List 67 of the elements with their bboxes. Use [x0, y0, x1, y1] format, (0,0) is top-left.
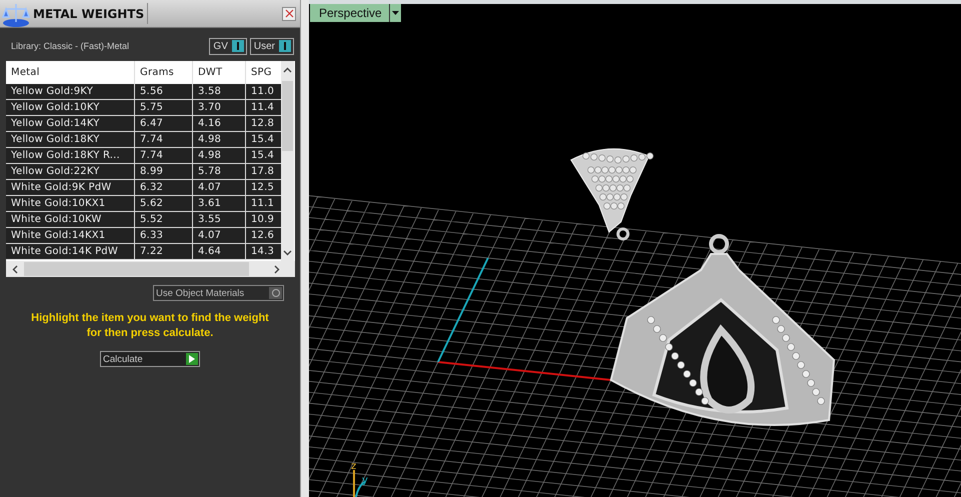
table-cell: 3.58	[193, 84, 246, 99]
table-cell: Yellow Gold:14KY	[6, 116, 135, 131]
table-cell: 7.74	[135, 132, 193, 147]
table-cell: 5.52	[135, 212, 193, 227]
table-cell-text: 11.4	[250, 101, 276, 115]
instruction-text: Highlight the item you want to find the weight for then press calculate.	[30, 311, 270, 341]
table-cell-text: 10.9	[250, 213, 276, 227]
table-cell: 3.61	[193, 196, 246, 211]
close-button[interactable]	[282, 6, 296, 20]
caret-icon	[392, 11, 399, 15]
table-cell: White Gold:10KX1	[6, 196, 135, 211]
table-cell-text: 11.0	[250, 85, 276, 99]
scroll-right-icon	[274, 264, 280, 274]
table-cell: Yellow Gold:18KY R...	[6, 148, 135, 163]
close-icon	[284, 9, 294, 18]
3d-viewport[interactable]: Perspective z y	[309, 0, 961, 497]
table-cell: Yellow Gold:9KY	[6, 84, 135, 99]
panel-title: METAL WEIGHTS	[33, 6, 146, 20]
y-axis-label: y	[362, 475, 368, 486]
view-selector[interactable]: Perspective	[310, 4, 401, 22]
table-cell: 7.74	[135, 148, 193, 163]
library-label: Library: Classic - (Fast)-Metal	[11, 41, 130, 51]
calculate-button[interactable]: Calculate	[100, 351, 200, 367]
table-cell: 6.47	[135, 116, 193, 131]
table-cell: 4.07	[193, 228, 246, 243]
table-cell-text: 12.8	[250, 117, 276, 131]
table-cell: 4.16	[193, 116, 246, 131]
table-cell: 4.98	[193, 132, 246, 147]
z-axis-label: z	[351, 461, 356, 472]
play-icon	[189, 355, 195, 363]
table-cell-text: 12.6	[250, 229, 276, 243]
table-cell: 4.64	[193, 244, 246, 259]
table-cell: Yellow Gold:22KY	[6, 164, 135, 179]
table-cell: 5.62	[135, 196, 193, 211]
scroll-left-icon	[12, 264, 18, 274]
use-object-materials-toggle[interactable]: Use Object Materials	[153, 285, 284, 301]
table-cell-text: 11.1	[250, 197, 276, 211]
table-cell: 5.75	[135, 100, 193, 115]
table-cell-text: 15.4	[250, 133, 276, 147]
table-cell: 6.32	[135, 180, 193, 195]
scroll-down-icon	[283, 250, 292, 256]
table-cell-text: 15.4	[250, 149, 276, 163]
table-cell: 7.22	[135, 244, 193, 259]
table-cell-text: 14.3	[250, 245, 276, 259]
table-cell: 3.55	[193, 212, 246, 227]
horizontal-scrollbar[interactable]	[6, 261, 295, 277]
table-cell-text: 12.5	[250, 181, 276, 195]
table-cell: White Gold:10KW	[6, 212, 135, 227]
table-cell: White Gold:14KX1	[6, 228, 135, 243]
table-cell: Yellow Gold:18KY	[6, 132, 135, 147]
panel-splitter[interactable]	[300, 0, 309, 497]
table-cell: 4.98	[193, 148, 246, 163]
scroll-up-icon	[283, 67, 292, 73]
table-cell: White Gold:9K PdW	[6, 180, 135, 195]
vertical-scrollbar[interactable]	[281, 61, 294, 261]
table-cell: 4.07	[193, 180, 246, 195]
table-cell: 3.70	[193, 100, 246, 115]
table-cell: Yellow Gold:10KY	[6, 100, 135, 115]
table-cell: 5.56	[135, 84, 193, 99]
toggle-button[interactable]: GV	[209, 38, 247, 54]
table-cell: 5.78	[193, 164, 246, 179]
table-cell: White Gold:14K PdW	[6, 244, 135, 259]
toggle-button[interactable]: User	[250, 38, 294, 54]
table-cell-text: 17.8	[250, 165, 276, 179]
table-cell: 6.33	[135, 228, 193, 243]
table-cell: 8.99	[135, 164, 193, 179]
column-header[interactable]: SPG	[246, 61, 281, 84]
